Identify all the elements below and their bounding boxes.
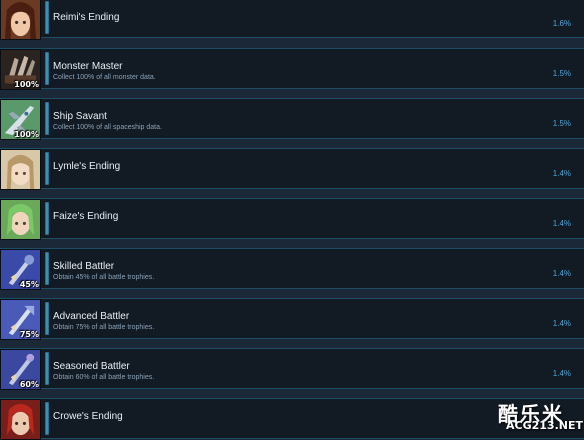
achievement-percent: 1.4%	[552, 169, 571, 178]
achievement-row[interactable]: 100% Monster Master Collect 100% of all …	[0, 48, 584, 90]
achievement-description: Collect 100% of all spaceship data.	[53, 124, 162, 131]
achievement-percent: 1.4%	[552, 219, 571, 228]
achievement-title: Reimi's Ending	[53, 12, 120, 23]
accent-bar	[45, 52, 49, 85]
icon-badge: 75%	[19, 330, 39, 339]
achievement-title: Seasoned Battler	[53, 361, 130, 372]
achievement-percent: 1.5%	[552, 69, 571, 78]
achievement-title: Lymle's Ending	[53, 161, 121, 172]
achievement-percent: 1.4%	[552, 369, 571, 378]
accent-bar	[45, 1, 49, 34]
achievement-row[interactable]: 75% Advanced Battler Obtain 75% of all b…	[0, 298, 584, 340]
achievement-description: Obtain 60% of all battle trophies.	[53, 374, 155, 381]
trophy-weapon-icon: 75%	[0, 299, 41, 340]
accent-bar	[45, 102, 49, 135]
accent-bar	[45, 202, 49, 235]
achievement-title: Faize's Ending	[53, 211, 119, 222]
achievement-row[interactable]: Reimi's Ending 1.6%	[0, 0, 584, 40]
icon-badge: 45%	[19, 280, 39, 289]
achievement-title: Advanced Battler	[53, 311, 130, 322]
spaceship-icon: 100%	[0, 99, 41, 140]
achievement-title: Crowe's Ending	[53, 411, 123, 422]
accent-bar	[45, 352, 49, 385]
achievement-row[interactable]: Lymle's Ending 1.4%	[0, 148, 584, 190]
lymle-portrait-icon	[0, 149, 41, 190]
achievement-row[interactable]: Faize's Ending 1.4%	[0, 198, 584, 240]
achievement-percent: 1.4%	[552, 269, 571, 278]
accent-bar	[45, 152, 49, 185]
achievement-row[interactable]: 60% Seasoned Battler Obtain 60% of all b…	[0, 348, 584, 390]
accent-bar	[45, 402, 49, 435]
reimi-portrait-icon	[0, 0, 41, 40]
achievement-list: Reimi's Ending 1.6% 100% Monster Master …	[0, 0, 584, 440]
icon-badge: 100%	[14, 130, 39, 139]
achievement-title: Ship Savant	[53, 111, 107, 122]
icon-badge: 100%	[14, 80, 39, 89]
achievement-percent: 1.5%	[552, 119, 571, 128]
achievement-description: Obtain 75% of all battle trophies.	[53, 324, 155, 331]
achievement-percent: 1.6%	[552, 19, 571, 28]
accent-bar	[45, 252, 49, 285]
trophy-weapon-icon: 45%	[0, 249, 41, 290]
achievement-description: Collect 100% of all monster data.	[53, 74, 156, 81]
watermark-url: ACG213.NET	[506, 419, 583, 432]
trophy-weapon-icon: 60%	[0, 349, 41, 390]
accent-bar	[45, 302, 49, 335]
achievement-title: Skilled Battler	[53, 261, 115, 272]
achievement-row[interactable]: 100% Ship Savant Collect 100% of all spa…	[0, 98, 584, 140]
site-watermark: 酷乐米 ACG213.NET	[488, 398, 584, 437]
achievement-row[interactable]: 45% Skilled Battler Obtain 45% of all ba…	[0, 248, 584, 290]
achievement-percent: 1.4%	[552, 319, 571, 328]
monster-claw-icon: 100%	[0, 49, 41, 90]
achievement-title: Monster Master	[53, 61, 123, 72]
faize-portrait-icon	[0, 199, 41, 240]
icon-badge: 60%	[19, 380, 39, 389]
achievement-description: Obtain 45% of all battle trophies.	[53, 274, 155, 281]
crowe-portrait-icon	[0, 399, 41, 440]
